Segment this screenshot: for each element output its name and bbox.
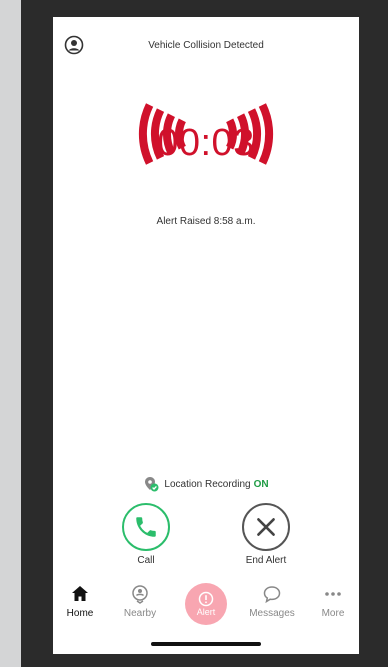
call-button[interactable]: Call [116,503,176,566]
location-status-on: ON [253,478,269,490]
app-screen: Vehicle Collision Detected 00:03 Alert R… [53,17,359,654]
page-title: Vehicle Collision Detected [148,40,264,51]
close-icon [257,518,275,536]
phone-icon [136,517,156,537]
more-icon [325,592,341,596]
tab-more-label: More [321,608,345,619]
location-status: Location Recording ON [53,476,359,492]
tab-alert-label: Alert [196,607,216,617]
message-icon [263,586,281,604]
call-label: Call [137,555,155,566]
bottom-tab-bar: Home Nearby Alert Messages More [53,583,359,633]
alert-timer: 00:03 [157,122,255,164]
end-alert-button[interactable]: End Alert [236,503,296,566]
location-label: Location Recording [164,478,251,490]
tab-messages[interactable]: Messages [242,583,302,619]
tab-messages-label: Messages [249,608,295,619]
tab-nearby[interactable]: Nearby [110,583,170,619]
tab-home[interactable]: Home [53,583,110,619]
home-indicator [151,642,261,646]
end-alert-label: End Alert [245,555,287,566]
nearby-icon [132,585,148,604]
end-alert-circle[interactable] [242,503,290,551]
tab-more[interactable]: More [303,583,359,619]
alert-icon [198,591,214,607]
tab-alert[interactable]: Alert [185,583,227,625]
home-icon [72,586,88,601]
location-pin-icon [145,477,159,492]
tab-home-label: Home [66,608,94,619]
call-circle[interactable] [122,503,170,551]
tab-nearby-label: Nearby [123,608,157,619]
alert-raised-time: Alert Raised 8:58 a.m. [156,216,256,227]
